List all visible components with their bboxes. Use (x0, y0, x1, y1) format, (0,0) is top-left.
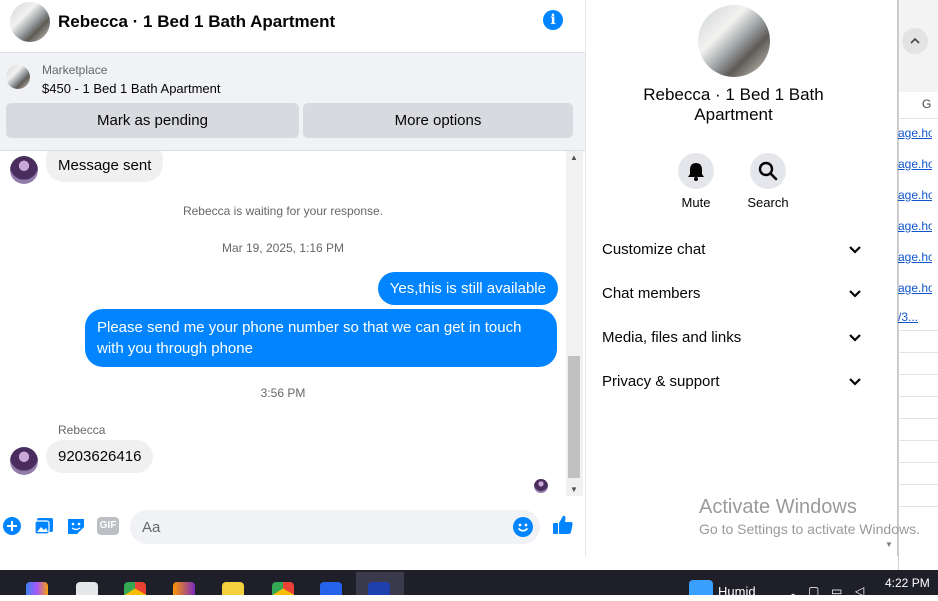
section-label: Chat members (602, 285, 701, 302)
section-label: Privacy & support (602, 373, 720, 390)
chrome-icon[interactable] (124, 582, 146, 595)
window-scrollbar[interactable]: ▼ (881, 0, 897, 556)
conversation-title[interactable]: Rebecca · 1 Bed 1 Bath Apartment (58, 12, 335, 32)
privacy-support-section[interactable]: Privacy & support (602, 364, 866, 400)
column-header[interactable]: G (922, 97, 931, 111)
sheet-link[interactable]: /3... (898, 310, 932, 324)
panel-listing-avatar[interactable] (698, 5, 770, 77)
scroll-down-arrow-icon[interactable]: ▼ (570, 485, 578, 494)
search-icon[interactable] (750, 153, 786, 189)
row-divider (898, 506, 938, 507)
media-files-links-section[interactable]: Media, files and links (602, 320, 866, 356)
photo-icon[interactable] (34, 516, 54, 536)
row-divider (898, 396, 938, 397)
sheet-link[interactable]: age.ho (898, 219, 932, 233)
firefox-icon[interactable] (173, 582, 195, 595)
display-icon[interactable]: ▭ (831, 584, 842, 598)
scrollbar-thumb[interactable] (568, 356, 580, 478)
chevron-down-icon (848, 364, 862, 414)
sheet-link[interactable]: age.ho (898, 188, 932, 202)
more-options-button[interactable]: More options (303, 103, 573, 138)
row-divider (898, 462, 938, 463)
sheet-link[interactable]: age.ho (898, 157, 932, 171)
panel-title: Rebecca · 1 Bed 1 Bath Apartment (643, 85, 824, 124)
gif-icon[interactable]: GIF (97, 517, 119, 535)
weather-text[interactable]: Humid (718, 584, 756, 599)
plus-circle-icon[interactable] (2, 516, 22, 536)
incoming-message: 9203626416 (46, 440, 154, 473)
sheet-link[interactable]: age.ho (898, 250, 932, 264)
sender-avatar[interactable] (10, 156, 38, 184)
sheet-link[interactable]: age.ho (898, 126, 932, 140)
sender-name: Rebecca (58, 423, 106, 437)
chevron-down-icon (848, 276, 862, 326)
row-divider (898, 484, 938, 485)
conversation-info-panel: Rebecca · 1 Bed 1 Bath Apartment Mute Se… (586, 0, 881, 556)
paint-icon[interactable] (76, 582, 98, 595)
customize-chat-section[interactable]: Customize chat (602, 232, 866, 268)
weather-icon[interactable] (689, 580, 713, 595)
message-input[interactable] (130, 510, 540, 544)
chat-pane: Rebecca · 1 Bed 1 Bath Apartment i Marke… (0, 0, 586, 556)
thumbs-up-icon[interactable] (552, 514, 574, 536)
incoming-message: Message sent (46, 151, 164, 182)
chat-header: Rebecca · 1 Bed 1 Bath Apartment i (0, 0, 585, 53)
message-list: Message sent Rebecca is waiting for your… (0, 151, 566, 496)
chevron-up-icon[interactable] (902, 28, 928, 54)
scroll-down-arrow-icon[interactable]: ▼ (885, 540, 893, 549)
chevron-down-icon (848, 320, 862, 370)
row-divider (898, 418, 938, 419)
mute-button[interactable]: Mute (656, 153, 736, 210)
section-label: Media, files and links (602, 329, 742, 346)
waiting-notice: Rebecca is waiting for your response. (182, 204, 384, 218)
sender-avatar[interactable] (10, 447, 38, 475)
active-app-icon[interactable] (368, 582, 390, 595)
speaker-icon[interactable]: ◁ (855, 584, 864, 598)
listing-source: Marketplace (42, 63, 108, 77)
info-icon[interactable]: i (543, 10, 563, 30)
chevron-down-icon (848, 232, 862, 282)
outgoing-message: Yes,this is still available (377, 272, 558, 305)
mark-as-pending-button[interactable]: Mark as pending (6, 103, 299, 138)
network-icon[interactable]: ▢ (808, 584, 819, 598)
app-icon[interactable] (320, 582, 342, 595)
sheet-link[interactable]: age.ho (898, 281, 932, 295)
message-scrollbar[interactable]: ▲ ▼ (566, 151, 583, 496)
mute-label: Mute (681, 195, 711, 210)
copilot-icon[interactable] (26, 582, 48, 595)
chrome-profile-icon[interactable] (272, 582, 294, 595)
row-divider (898, 118, 938, 119)
search-label: Search (747, 195, 789, 210)
listing-avatar[interactable] (10, 2, 50, 42)
search-button[interactable]: Search (728, 153, 808, 210)
row-divider (898, 440, 938, 441)
outgoing-message: Please send me your phone number so that… (85, 309, 557, 367)
section-label: Customize chat (602, 241, 706, 258)
read-receipt-avatar (534, 479, 548, 493)
marketplace-listing-banner: Marketplace $450 - 1 Bed 1 Bath Apartmen… (0, 53, 585, 151)
message-timestamp: Mar 19, 2025, 1:16 PM (221, 241, 345, 255)
row-divider (898, 330, 938, 331)
chevron-up-icon[interactable]: ︿ (787, 584, 799, 601)
notepad-icon[interactable] (222, 582, 244, 595)
row-divider (898, 374, 938, 375)
emoji-icon[interactable] (513, 517, 533, 537)
bell-icon[interactable] (678, 153, 714, 189)
sticker-icon[interactable] (66, 516, 86, 536)
activate-windows-hint: Go to Settings to activate Windows. (699, 521, 920, 537)
activate-windows-watermark: Activate Windows (699, 496, 857, 518)
chat-members-section[interactable]: Chat members (602, 276, 866, 312)
messenger-window: Rebecca · 1 Bed 1 Bath Apartment i Marke… (0, 0, 898, 556)
scroll-up-arrow-icon[interactable]: ▲ (570, 153, 578, 162)
listing-thumbnail[interactable] (6, 65, 30, 89)
row-divider (898, 352, 938, 353)
clock[interactable]: 4:22 PM (885, 576, 930, 590)
message-timestamp: 3:56 PM (260, 386, 306, 400)
listing-title[interactable]: $450 - 1 Bed 1 Bath Apartment (42, 81, 221, 96)
